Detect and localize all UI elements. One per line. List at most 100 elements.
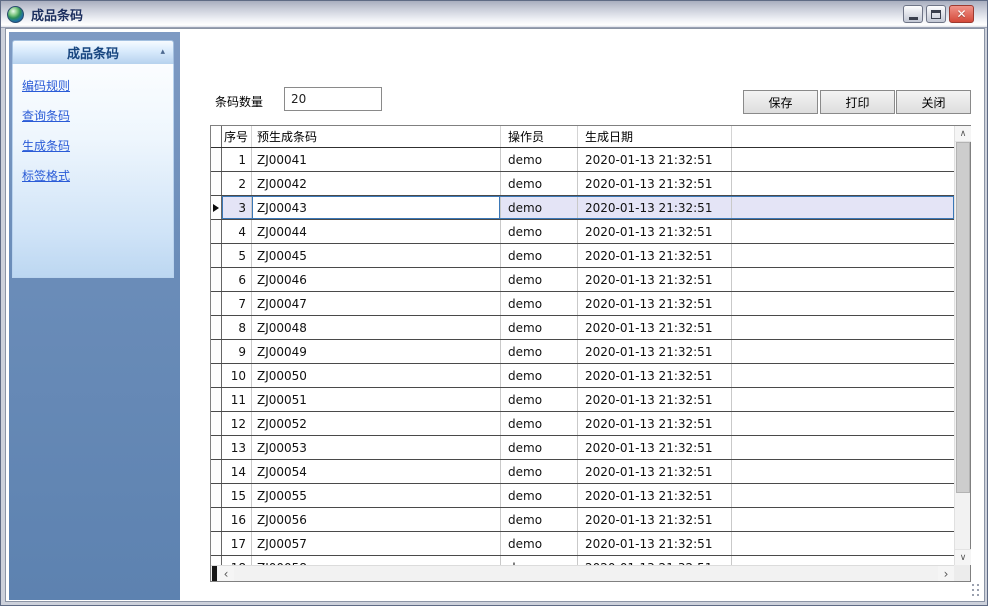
cell-filler (732, 172, 954, 195)
cell-barcode[interactable]: ZJ00052 (252, 412, 501, 435)
row-selector-cell[interactable] (211, 532, 222, 555)
cell-barcode[interactable]: ZJ00046 (252, 268, 501, 291)
table-row[interactable]: 18 ZJ00058 demo 2020-01-13 21:32:51 (211, 556, 954, 565)
table-row[interactable]: 4 ZJ00044 demo 2020-01-13 21:32:51 (211, 220, 954, 244)
table-row[interactable]: 9 ZJ00049 demo 2020-01-13 21:32:51 (211, 340, 954, 364)
vertical-scrollbar[interactable]: ∧ ∨ (954, 126, 970, 565)
row-selector-cell[interactable] (211, 244, 222, 267)
cell-filler (732, 244, 954, 267)
cell-operator: demo (501, 460, 578, 483)
minimize-button[interactable] (903, 5, 923, 23)
row-selector-cell[interactable] (211, 172, 222, 195)
row-selector-cell[interactable] (211, 148, 222, 171)
cell-barcode[interactable]: ZJ00044 (252, 220, 501, 243)
row-selector-cell[interactable] (211, 268, 222, 291)
scroll-down-button[interactable]: ∨ (955, 549, 971, 565)
sidebar-link-label: 生成条码 (22, 139, 70, 153)
cell-barcode[interactable]: ZJ00055 (252, 484, 501, 507)
cell-seq: 2 (222, 172, 252, 195)
table-row[interactable]: 1 ZJ00041 demo 2020-01-13 21:32:51 (211, 148, 954, 172)
row-selector-cell[interactable] (211, 220, 222, 243)
cell-barcode[interactable]: ZJ00051 (252, 388, 501, 411)
sidebar-group-header[interactable]: 成品条码 ▴ (12, 40, 174, 64)
table-row[interactable]: 10 ZJ00050 demo 2020-01-13 21:32:51 (211, 364, 954, 388)
table-row[interactable]: 16 ZJ00056 demo 2020-01-13 21:32:51 (211, 508, 954, 532)
cell-barcode[interactable]: ZJ00054 (252, 460, 501, 483)
row-selector-cell[interactable] (211, 316, 222, 339)
close-window-button[interactable]: ✕ (949, 5, 974, 23)
cell-barcode[interactable]: ZJ00057 (252, 532, 501, 555)
cell-filler (732, 268, 954, 291)
cell-operator: demo (501, 172, 578, 195)
cell-filler (732, 388, 954, 411)
table-row[interactable]: 13 ZJ00053 demo 2020-01-13 21:32:51 (211, 436, 954, 460)
scroll-down-icon: ∨ (960, 553, 967, 563)
cell-date: 2020-01-13 21:32:51 (578, 196, 732, 219)
table-row[interactable]: 17 ZJ00057 demo 2020-01-13 21:32:51 (211, 532, 954, 556)
cell-date: 2020-01-13 21:32:51 (578, 316, 732, 339)
cell-operator: demo (501, 316, 578, 339)
close-button[interactable]: 关闭 (896, 90, 971, 114)
table-row[interactable]: 11 ZJ00051 demo 2020-01-13 21:32:51 (211, 388, 954, 412)
sidebar-link[interactable]: 生成条码 (22, 138, 70, 154)
cell-seq: 6 (222, 268, 252, 291)
sidebar-link[interactable]: 标签格式 (22, 168, 70, 184)
cell-seq: 14 (222, 460, 252, 483)
cell-barcode[interactable]: ZJ00047 (252, 292, 501, 315)
row-selector-cell[interactable] (211, 196, 222, 219)
cell-barcode[interactable]: ZJ00041 (252, 148, 501, 171)
cell-date: 2020-01-13 21:32:51 (578, 556, 732, 565)
header-operator[interactable]: 操作员 (501, 126, 578, 147)
row-selector-cell[interactable] (211, 460, 222, 483)
scroll-up-button[interactable]: ∧ (955, 126, 971, 142)
row-selector-cell[interactable] (211, 508, 222, 531)
row-selector-cell[interactable] (211, 412, 222, 435)
cell-seq: 9 (222, 340, 252, 363)
header-date[interactable]: 生成日期 (578, 126, 732, 147)
row-selector-cell[interactable] (211, 484, 222, 507)
header-row-selector (211, 126, 222, 147)
table-row[interactable]: 15 ZJ00055 demo 2020-01-13 21:32:51 (211, 484, 954, 508)
scroll-left-button[interactable]: ‹ (218, 566, 234, 581)
cell-operator: demo (501, 556, 578, 565)
table-row[interactable]: 2 ZJ00042 demo 2020-01-13 21:32:51 (211, 172, 954, 196)
horizontal-scrollbar[interactable]: ‹ › (211, 565, 954, 581)
table-row[interactable]: 12 ZJ00052 demo 2020-01-13 21:32:51 (211, 412, 954, 436)
hscroll-grip[interactable] (212, 566, 217, 581)
table-row[interactable]: 7 ZJ00047 demo 2020-01-13 21:32:51 (211, 292, 954, 316)
vertical-scrollbar-thumb[interactable] (956, 142, 970, 493)
cell-barcode[interactable]: ZJ00045 (252, 244, 501, 267)
cell-barcode[interactable]: ZJ00049 (252, 340, 501, 363)
table-row[interactable]: 5 ZJ00045 demo 2020-01-13 21:32:51 (211, 244, 954, 268)
sidebar-link[interactable]: 查询条码 (22, 108, 70, 124)
barcode-qty-input[interactable] (284, 87, 382, 111)
resize-grip-icon[interactable] (971, 583, 981, 598)
row-selector-cell[interactable] (211, 292, 222, 315)
cell-barcode[interactable]: ZJ00042 (252, 172, 501, 195)
scroll-right-button[interactable]: › (938, 566, 954, 581)
scroll-up-icon: ∧ (960, 129, 967, 139)
row-selector-cell[interactable] (211, 388, 222, 411)
sidebar-link[interactable]: 编码规则 (22, 78, 70, 94)
cell-barcode[interactable]: ZJ00050 (252, 364, 501, 387)
row-selector-cell[interactable] (211, 364, 222, 387)
print-button[interactable]: 打印 (820, 90, 895, 114)
cell-barcode[interactable]: ZJ00053 (252, 436, 501, 459)
cell-barcode[interactable]: ZJ00043 (252, 196, 501, 219)
row-selector-cell[interactable] (211, 340, 222, 363)
header-seq[interactable]: 序号 (222, 126, 252, 147)
table-row[interactable]: 3 ZJ00043 demo 2020-01-13 21:32:51 (211, 196, 954, 220)
cell-barcode[interactable]: ZJ00056 (252, 508, 501, 531)
cell-barcode[interactable]: ZJ00048 (252, 316, 501, 339)
header-barcode[interactable]: 预生成条码 (252, 126, 501, 147)
maximize-button[interactable] (926, 5, 946, 23)
table-row[interactable]: 6 ZJ00046 demo 2020-01-13 21:32:51 (211, 268, 954, 292)
table-row[interactable]: 14 ZJ00054 demo 2020-01-13 21:32:51 (211, 460, 954, 484)
cell-barcode[interactable]: ZJ00058 (252, 556, 501, 565)
table-row[interactable]: 8 ZJ00048 demo 2020-01-13 21:32:51 (211, 316, 954, 340)
scroll-left-icon: ‹ (224, 567, 229, 581)
row-selector-cell[interactable] (211, 436, 222, 459)
save-button[interactable]: 保存 (743, 90, 818, 114)
row-selector-cell[interactable] (211, 556, 222, 565)
cell-operator: demo (501, 340, 578, 363)
